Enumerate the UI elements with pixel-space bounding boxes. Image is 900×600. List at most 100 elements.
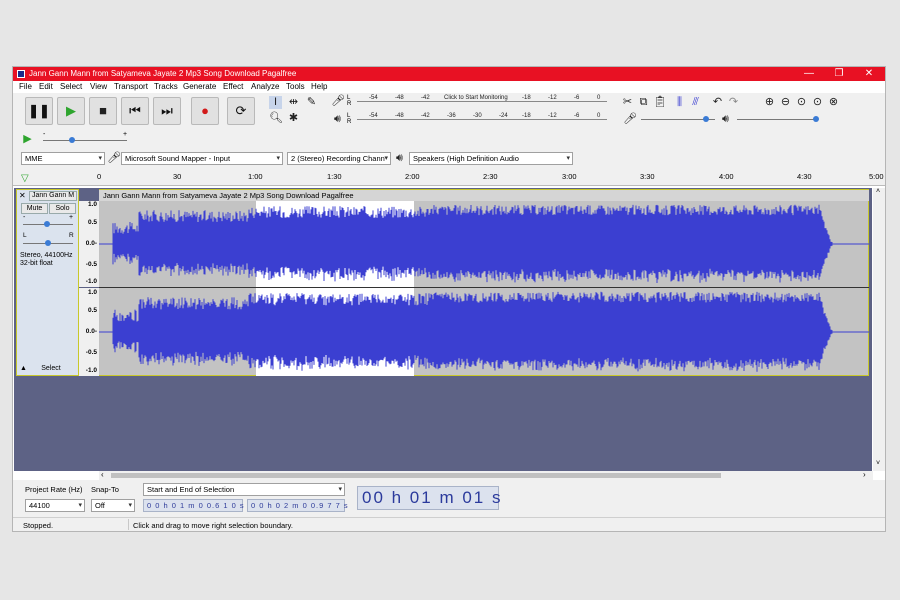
menu-transport[interactable]: Transport <box>114 82 148 91</box>
minimize-button[interactable]: — <box>795 67 823 81</box>
redo-icon[interactable]: ↷ <box>727 96 740 109</box>
multi-tool-icon[interactable]: ✱ <box>287 112 300 125</box>
solo-button[interactable]: Solo <box>49 203 76 214</box>
select-track-button[interactable]: Select <box>31 364 71 375</box>
menu-analyze[interactable]: Analyze <box>251 82 279 91</box>
collapse-track-icon[interactable]: ▲ <box>20 365 27 372</box>
envelope-tool-icon[interactable]: ⇹ <box>287 96 300 109</box>
zoom-toggle-icon[interactable]: ⊗ <box>827 96 840 109</box>
recording-meter[interactable]: 🎤︎ L R -54 -48 -42 Click to Start Monito… <box>329 95 609 109</box>
meter-tick: -48 <box>395 95 404 101</box>
menu-help[interactable]: Help <box>311 82 327 91</box>
meter-tick: -12 <box>548 113 557 119</box>
skip-to-end-button[interactable]: ⏭ <box>153 97 181 125</box>
gain-slider-thumb[interactable] <box>44 221 50 227</box>
horizontal-scrollbar[interactable]: ‹ › <box>99 470 873 480</box>
snap-to-select[interactable]: Off ▾ <box>91 499 135 512</box>
vruler-tick: 0.5 <box>87 219 97 226</box>
clip-title-bar[interactable]: Jann Gann Mann from Satyameva Jayate 2 M… <box>99 189 869 201</box>
scroll-up-icon[interactable]: ˄ <box>876 188 880 195</box>
menu-file[interactable]: File <box>19 82 32 91</box>
zoom-tool-icon[interactable]: 🔍︎ <box>269 112 283 125</box>
undo-icon[interactable]: ↶ <box>711 96 724 109</box>
menu-bar: File Edit Select View Transport Tracks G… <box>13 81 885 93</box>
playback-meter[interactable]: 🔊︎ L R -54 -48 -42 -36 -30 -24 -18 -12 -… <box>329 113 609 127</box>
zoom-out-icon[interactable]: ⊖ <box>779 96 792 109</box>
menu-select[interactable]: Select <box>60 82 82 91</box>
timeline-ruler[interactable]: ▽ 0 30 1:00 1:30 2:00 2:30 3:00 3:30 4:0… <box>13 171 885 186</box>
waveform-right-channel[interactable] <box>99 288 869 376</box>
audio-host-select[interactable]: MME ▾ <box>21 152 105 165</box>
meter-tick: -24 <box>499 113 508 119</box>
playback-volume-icon: 🔊︎ <box>722 113 729 125</box>
copy-icon[interactable]: ⧉ <box>637 96 650 109</box>
maximize-button[interactable]: ❐ <box>825 67 853 81</box>
waveform-left-channel[interactable] <box>99 201 869 287</box>
chevron-down-icon: ▾ <box>566 155 570 162</box>
meter-scale-line <box>357 119 607 120</box>
waveform-path <box>99 204 869 283</box>
menu-view[interactable]: View <box>90 82 107 91</box>
menu-generate[interactable]: Generate <box>183 82 216 91</box>
scroll-right-icon[interactable]: › <box>863 470 866 479</box>
paste-icon[interactable]: 📋︎ <box>653 96 667 109</box>
record-button[interactable]: ● <box>191 97 219 125</box>
edit-toolbar: ✂ ⧉ 📋︎ ⫼ ⫻ ↶ ↷ <box>619 95 759 111</box>
recording-channels-select[interactable]: 2 (Stereo) Recording Chann ▾ <box>287 152 391 165</box>
selection-tool-icon[interactable]: I <box>269 96 282 109</box>
audio-position-display[interactable]: 00 h 01 m 01 s <box>357 486 500 510</box>
scroll-left-icon[interactable]: ‹ <box>101 470 104 479</box>
menu-edit[interactable]: Edit <box>39 82 53 91</box>
menu-effect[interactable]: Effect <box>223 82 243 91</box>
mute-button[interactable]: Mute <box>21 203 48 214</box>
trim-audio-icon[interactable]: ⫼ <box>673 96 686 109</box>
status-state: Stopped. <box>23 521 54 530</box>
silence-audio-icon[interactable]: ⫻ <box>689 96 702 109</box>
horizontal-scroll-thumb[interactable] <box>111 473 721 478</box>
timeline-options-icon[interactable]: ▽ <box>21 173 29 184</box>
fit-selection-icon[interactable]: ⊙ <box>795 96 808 109</box>
timeline-tick: 0 <box>97 172 102 181</box>
pan-right-label: R <box>69 232 74 239</box>
loop-button[interactable]: ⟳ <box>227 97 255 125</box>
selection-start-time[interactable]: 0 0 h 0 1 m 0 0.6 1 0 s <box>143 499 244 512</box>
pause-button[interactable]: ❚❚ <box>25 97 53 125</box>
pan-slider-thumb[interactable] <box>45 240 51 246</box>
timeline-tick: 1:00 <box>248 172 263 181</box>
stop-button[interactable]: ■ <box>89 97 117 125</box>
meter-tick: -6 <box>574 113 580 119</box>
timeline-tick: 5:00 <box>869 172 884 181</box>
playback-device-select[interactable]: Speakers (High Definition Audio ▾ <box>409 152 573 165</box>
close-track-icon[interactable]: ✕ <box>19 191 26 200</box>
vertical-scrollbar[interactable]: ˄ ˅ <box>873 188 885 471</box>
close-button[interactable]: ✕ <box>855 67 883 81</box>
zoom-in-icon[interactable]: ⊕ <box>763 96 776 109</box>
vertical-ruler-left-channel: 1.0 0.5 0.0- -0.5 -1.0 <box>79 201 99 287</box>
monitoring-hint[interactable]: Click to Start Monitoring <box>442 95 510 101</box>
zoom-toolbar: ⊕ ⊖ ⊙ ⊙ ⊗ <box>761 95 851 111</box>
snap-to-value: Off <box>95 501 105 510</box>
play-button[interactable]: ▶ <box>57 97 85 125</box>
vruler-tick: -0.5 <box>85 349 97 356</box>
play-at-speed-icon[interactable]: ▶ <box>21 133 34 146</box>
recording-device-select[interactable]: Microsoft Sound Mapper - Input ▾ <box>121 152 283 165</box>
track-name-menu[interactable]: Jann Gann M <box>29 191 77 201</box>
project-rate-select[interactable]: 44100 ▾ <box>25 499 85 512</box>
record-volume-thumb[interactable] <box>703 116 709 122</box>
menu-tracks[interactable]: Tracks <box>154 82 178 91</box>
chevron-down-icon: ▾ <box>384 155 388 162</box>
skip-to-start-button[interactable]: ⏮ <box>121 97 149 125</box>
playback-volume-slider[interactable] <box>737 119 817 120</box>
speed-slider-thumb[interactable] <box>69 137 75 143</box>
selection-end-time[interactable]: 0 0 h 0 2 m 0 0.9 7 7 s <box>247 499 348 512</box>
timeline-tick: 2:30 <box>483 172 498 181</box>
menu-tools[interactable]: Tools <box>286 82 305 91</box>
cut-icon[interactable]: ✂ <box>621 96 634 109</box>
play-at-speed-toolbar: ▶ - + <box>17 131 137 147</box>
selection-mode-select[interactable]: Start and End of Selection ▾ <box>143 483 345 496</box>
speed-slider[interactable] <box>43 140 127 141</box>
draw-tool-icon[interactable]: ✎ <box>305 96 318 109</box>
playback-volume-thumb[interactable] <box>813 116 819 122</box>
scroll-down-icon[interactable]: ˅ <box>876 460 880 467</box>
fit-project-icon[interactable]: ⊙ <box>811 96 824 109</box>
